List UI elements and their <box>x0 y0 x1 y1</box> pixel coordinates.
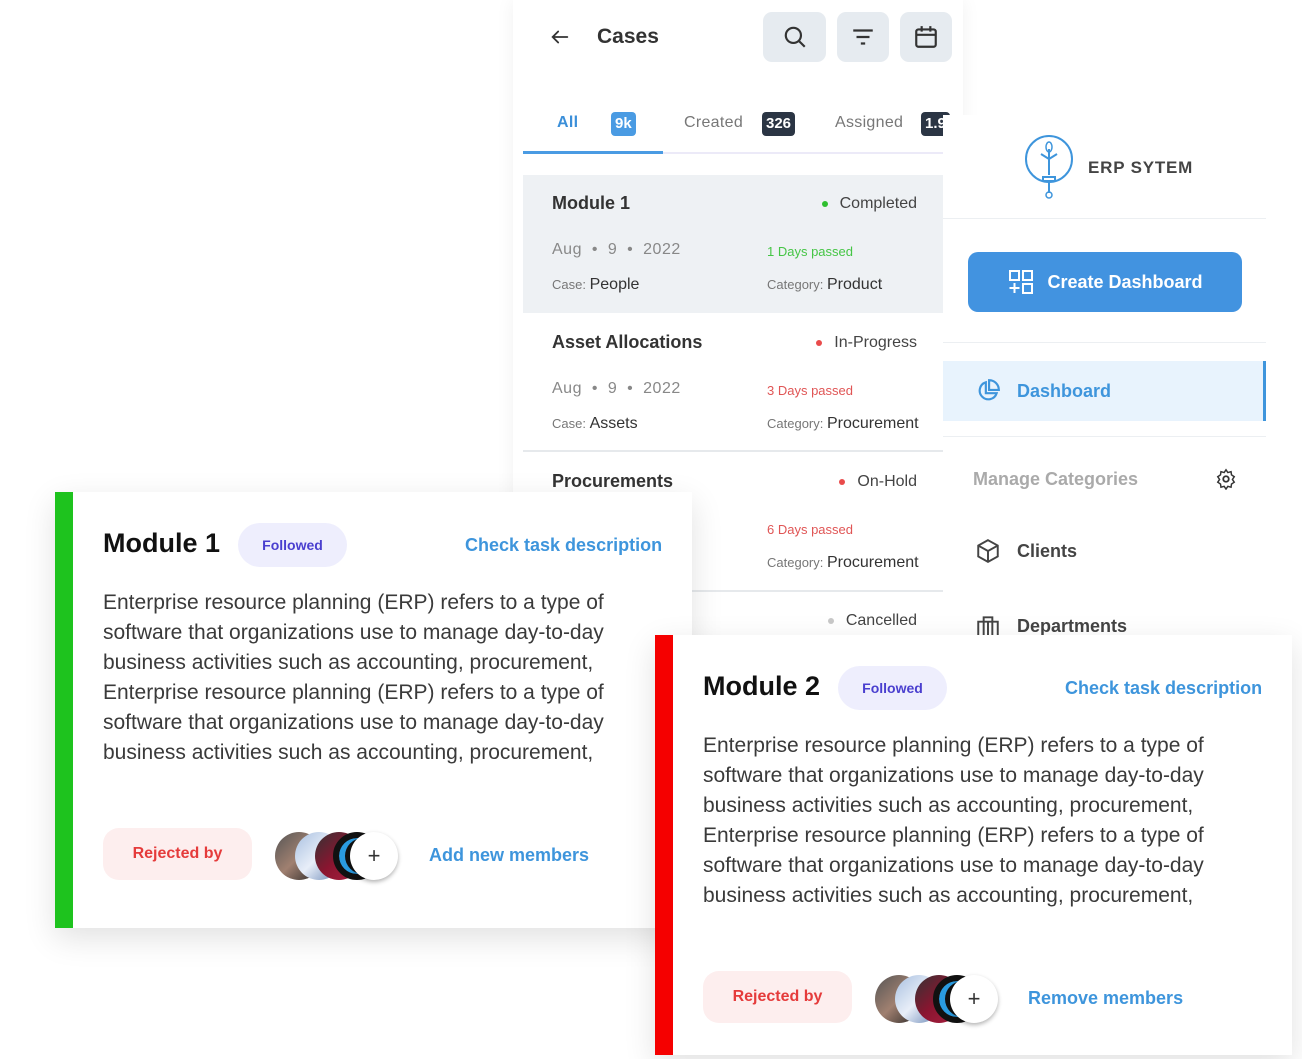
filter-button[interactable] <box>837 12 889 62</box>
case-category: Category: Product <box>767 276 883 293</box>
tab-all[interactable]: All <box>557 114 578 132</box>
case-row[interactable]: Module 1 Completed Aug • 9 • 2022 1 Days… <box>523 175 943 313</box>
sidebar: ERP SYTEM Create Dashboard Dashboard Man… <box>943 115 1266 640</box>
active-tab-indicator <box>523 151 663 154</box>
divider <box>943 218 1266 219</box>
case-status: In-Progress <box>816 334 917 352</box>
pie-chart-icon <box>978 379 1000 401</box>
status-dot-icon <box>821 200 828 207</box>
status-dot-icon <box>827 617 834 624</box>
followed-badge[interactable]: Followed <box>838 666 947 710</box>
add-member-button[interactable]: + <box>350 832 398 880</box>
add-new-members-link[interactable]: Add new members <box>429 845 589 866</box>
back-arrow-icon[interactable] <box>549 26 571 48</box>
grid-plus-icon <box>1009 270 1034 294</box>
tab-all-count: 9k <box>611 112 636 136</box>
case-status: Completed <box>821 195 917 213</box>
case-category: Category: Procurement <box>767 554 919 571</box>
sidebar-item-dashboard[interactable]: Dashboard <box>943 361 1266 421</box>
followed-badge[interactable]: Followed <box>238 523 347 567</box>
search-icon <box>784 26 806 48</box>
divider <box>943 436 1266 437</box>
card-title: Module 2 <box>703 671 821 701</box>
case-status: Cancelled <box>827 612 917 630</box>
days-passed: 3 Days passed <box>767 383 853 398</box>
tab-created-count: 326 <box>762 112 796 136</box>
card-description: Enterprise resource planning (ERP) refer… <box>103 591 604 764</box>
rejected-by-button[interactable]: Rejected by <box>103 828 252 880</box>
filter-icon <box>853 29 873 45</box>
case-status: On-Hold <box>839 473 917 491</box>
divider <box>943 342 1266 343</box>
task-card: Module 1 Followed Check task description… <box>55 492 692 928</box>
status-dot-icon <box>816 339 823 346</box>
card-title: Module 1 <box>103 528 221 558</box>
row-divider <box>523 450 943 452</box>
case-type: Case: People <box>552 276 640 293</box>
case-row[interactable]: Asset Allocations In-Progress Aug • 9 • … <box>523 314 943 452</box>
card-description: Enterprise resource planning (ERP) refer… <box>703 734 1204 907</box>
add-member-button[interactable]: + <box>950 975 998 1023</box>
tab-assigned[interactable]: Assigned <box>835 114 903 132</box>
remove-members-link[interactable]: Remove members <box>1028 988 1183 1009</box>
card-accent-bar <box>55 492 73 928</box>
case-title: Procurements <box>552 471 674 491</box>
check-task-description-link[interactable]: Check task description <box>465 535 662 556</box>
case-type: Case: Assets <box>552 415 638 432</box>
gear-icon[interactable] <box>1215 468 1237 490</box>
case-date: Aug • 9 • 2022 <box>552 241 681 258</box>
check-task-description-link[interactable]: Check task description <box>1065 678 1262 699</box>
calendar-icon <box>915 26 937 48</box>
create-dashboard-button[interactable]: Create Dashboard <box>968 252 1242 312</box>
case-title: Module 1 <box>552 193 631 213</box>
tab-created[interactable]: Created <box>684 114 743 132</box>
days-passed: 6 Days passed <box>767 522 853 537</box>
rejected-by-button[interactable]: Rejected by <box>703 971 852 1023</box>
case-title: Asset Allocations <box>552 332 703 352</box>
erp-logo-icon <box>1025 135 1073 199</box>
brand-name: ERP SYTEM <box>1088 158 1194 177</box>
calendar-button[interactable] <box>900 12 952 62</box>
task-card: Module 2 Followed Check task description… <box>655 635 1292 1055</box>
box-icon <box>977 539 999 563</box>
sidebar-item-manage-categories[interactable]: Manage Categories <box>943 449 1266 509</box>
case-category: Category: Procurement <box>767 415 919 432</box>
days-passed: 1 Days passed <box>767 244 853 259</box>
page-title: Cases <box>597 25 659 48</box>
case-date: Aug • 9 • 2022 <box>552 380 681 397</box>
card-accent-bar <box>655 635 673 1055</box>
search-button[interactable] <box>763 12 826 62</box>
sidebar-item-clients[interactable]: Clients <box>943 521 1266 581</box>
status-dot-icon <box>839 478 846 485</box>
